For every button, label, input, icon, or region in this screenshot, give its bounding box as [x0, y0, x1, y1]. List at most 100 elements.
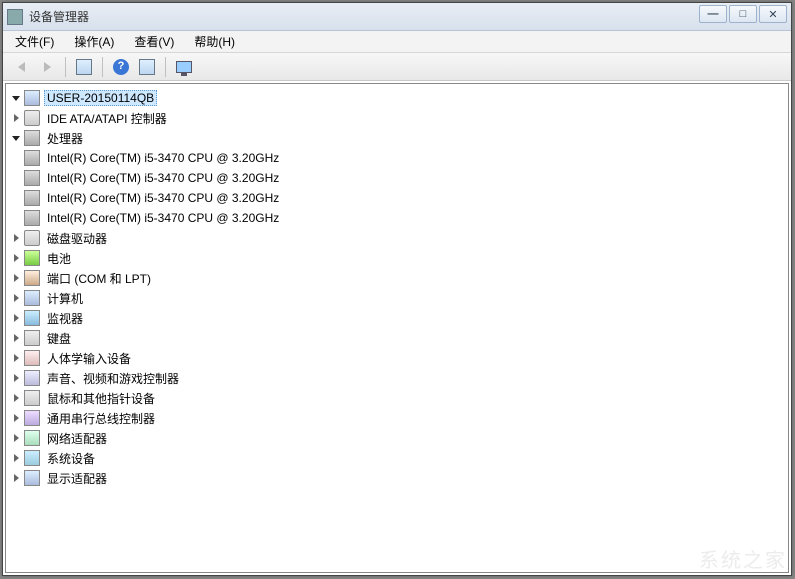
- scan-icon: [176, 61, 192, 73]
- toolbar-separator: [165, 57, 166, 77]
- tree-category-label: 处理器: [44, 129, 86, 148]
- menu-file[interactable]: 文件(F): [9, 31, 60, 52]
- tree-device-node[interactable]: Intel(R) Core(TM) i5-3470 CPU @ 3.20GHz: [8, 208, 786, 228]
- expander-icon[interactable]: [10, 292, 22, 304]
- properties-button[interactable]: [135, 56, 159, 78]
- tree-category-node[interactable]: 网络适配器: [8, 428, 786, 448]
- tree-category-node[interactable]: 监视器: [8, 308, 786, 328]
- tree-category-node[interactable]: 显示适配器: [8, 468, 786, 488]
- expander-spacer: [10, 172, 22, 184]
- network-icon: [24, 430, 40, 446]
- toolbar: [3, 53, 791, 81]
- expander-icon[interactable]: [10, 412, 22, 424]
- disk-icon: [24, 110, 40, 126]
- help-button[interactable]: [109, 56, 133, 78]
- tree-category-node[interactable]: 通用串行总线控制器: [8, 408, 786, 428]
- expander-icon[interactable]: [10, 452, 22, 464]
- window-title: 设备管理器: [29, 8, 89, 25]
- tree-category-node[interactable]: 计算机: [8, 288, 786, 308]
- tree-device-label: Intel(R) Core(TM) i5-3470 CPU @ 3.20GHz: [44, 150, 282, 166]
- tree-root-label: USER-20150114QB: [44, 90, 157, 106]
- maximize-button[interactable]: [729, 5, 757, 23]
- window-controls: [699, 5, 787, 23]
- menu-action[interactable]: 操作(A): [68, 31, 120, 52]
- hid-icon: [24, 350, 40, 366]
- display-icon: [24, 470, 40, 486]
- expander-spacer: [10, 152, 22, 164]
- usb-icon: [24, 410, 40, 426]
- expander-icon[interactable]: [10, 92, 22, 104]
- tree-category-label: 系统设备: [44, 449, 98, 468]
- expander-icon[interactable]: [10, 372, 22, 384]
- menu-view[interactable]: 查看(V): [128, 31, 180, 52]
- tree-category-label: 监视器: [44, 309, 86, 328]
- show-hide-console-button[interactable]: [72, 56, 96, 78]
- tree-device-label: Intel(R) Core(TM) i5-3470 CPU @ 3.20GHz: [44, 210, 282, 226]
- tree-device-node[interactable]: Intel(R) Core(TM) i5-3470 CPU @ 3.20GHz: [8, 168, 786, 188]
- arrow-right-icon: [44, 62, 51, 72]
- expander-icon[interactable]: [10, 352, 22, 364]
- expander-icon[interactable]: [10, 472, 22, 484]
- tree-category-label: 键盘: [44, 329, 74, 348]
- nav-forward-button[interactable]: [35, 56, 59, 78]
- expander-icon[interactable]: [10, 252, 22, 264]
- close-button[interactable]: [759, 5, 787, 23]
- arrow-left-icon: [18, 62, 25, 72]
- tree-category-label: 网络适配器: [44, 429, 110, 448]
- port-icon: [24, 270, 40, 286]
- minimize-button[interactable]: [699, 5, 727, 23]
- device-tree: USER-20150114QB IDE ATA/ATAPI 控制器处理器 Inte…: [8, 88, 786, 488]
- tree-category-node[interactable]: 系统设备: [8, 448, 786, 468]
- expander-icon[interactable]: [10, 432, 22, 444]
- disk-icon: [24, 230, 40, 246]
- tree-category-label: 端口 (COM 和 LPT): [44, 269, 154, 288]
- cpu-icon: [24, 190, 40, 206]
- tree-category-node[interactable]: 电池: [8, 248, 786, 268]
- tree-device-node[interactable]: Intel(R) Core(TM) i5-3470 CPU @ 3.20GHz: [8, 148, 786, 168]
- nav-back-button[interactable]: [9, 56, 33, 78]
- tree-category-label: IDE ATA/ATAPI 控制器: [44, 109, 170, 128]
- menu-help[interactable]: 帮助(H): [188, 31, 241, 52]
- tree-category-node[interactable]: 处理器: [8, 128, 786, 148]
- mouse-icon: [24, 390, 40, 406]
- tree-category-node[interactable]: IDE ATA/ATAPI 控制器: [8, 108, 786, 128]
- monitor-icon: [24, 310, 40, 326]
- system-icon: [24, 450, 40, 466]
- cpu-icon: [24, 150, 40, 166]
- tree-category-label: 磁盘驱动器: [44, 229, 110, 248]
- tree-category-node[interactable]: 磁盘驱动器: [8, 228, 786, 248]
- expander-icon[interactable]: [10, 232, 22, 244]
- tree-category-node[interactable]: 键盘: [8, 328, 786, 348]
- cpu-icon: [24, 170, 40, 186]
- expander-spacer: [10, 212, 22, 224]
- menubar: 文件(F) 操作(A) 查看(V) 帮助(H): [3, 31, 791, 53]
- tree-category-node[interactable]: 人体学输入设备: [8, 348, 786, 368]
- expander-icon[interactable]: [10, 272, 22, 284]
- cpu-icon: [24, 210, 40, 226]
- tree-device-node[interactable]: Intel(R) Core(TM) i5-3470 CPU @ 3.20GHz: [8, 188, 786, 208]
- tree-category-node[interactable]: 鼠标和其他指针设备: [8, 388, 786, 408]
- keyboard-icon: [24, 330, 40, 346]
- tree-device-label: Intel(R) Core(TM) i5-3470 CPU @ 3.20GHz: [44, 190, 282, 206]
- expander-icon[interactable]: [10, 392, 22, 404]
- tree-category-label: 显示适配器: [44, 469, 110, 488]
- computer-icon: [24, 90, 40, 106]
- cpu-icon: [24, 130, 40, 146]
- scan-hardware-button[interactable]: [172, 56, 196, 78]
- expander-spacer: [10, 192, 22, 204]
- titlebar[interactable]: 设备管理器: [3, 3, 791, 31]
- toolbar-separator: [65, 57, 66, 77]
- sound-icon: [24, 370, 40, 386]
- tree-root-node[interactable]: USER-20150114QB: [8, 88, 786, 108]
- expander-icon[interactable]: [10, 312, 22, 324]
- console-tree-icon: [76, 59, 92, 75]
- tree-category-node[interactable]: 端口 (COM 和 LPT): [8, 268, 786, 288]
- tree-category-label: 人体学输入设备: [44, 349, 134, 368]
- expander-icon[interactable]: [10, 132, 22, 144]
- device-tree-panel[interactable]: USER-20150114QB IDE ATA/ATAPI 控制器处理器 Inte…: [5, 83, 789, 573]
- tree-category-node[interactable]: 声音、视频和游戏控制器: [8, 368, 786, 388]
- expander-icon[interactable]: [10, 332, 22, 344]
- expander-icon[interactable]: [10, 112, 22, 124]
- tree-category-label: 声音、视频和游戏控制器: [44, 369, 182, 388]
- tree-category-label: 鼠标和其他指针设备: [44, 389, 158, 408]
